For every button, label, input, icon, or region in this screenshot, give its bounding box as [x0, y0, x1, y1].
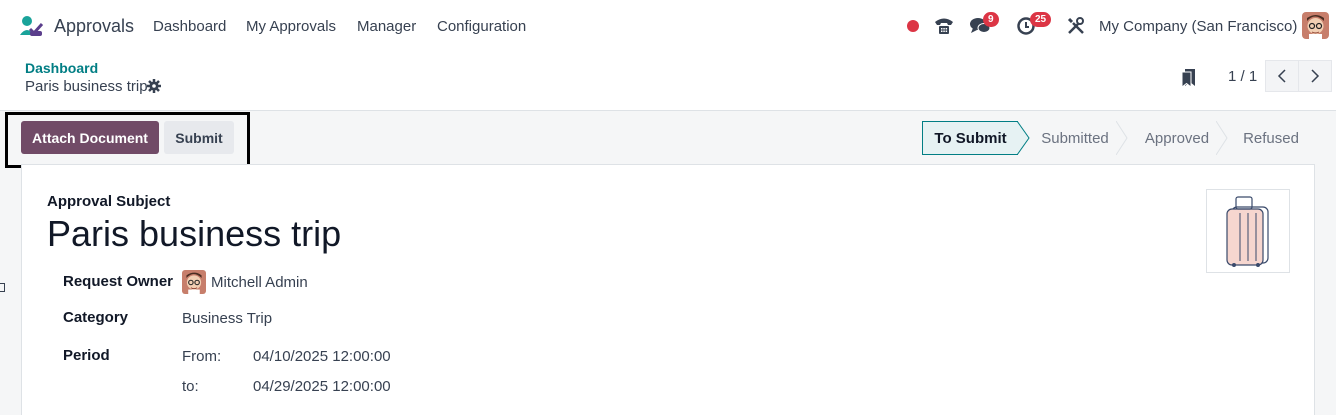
messages-count-badge: 9: [983, 12, 999, 27]
category-label: Category: [63, 309, 129, 326]
period-from-field[interactable]: 04/10/2025 12:00:00: [253, 348, 391, 365]
stage-label: Submitted: [1041, 129, 1109, 147]
top-navbar: Approvals Dashboard My Approvals Manager…: [0, 0, 1336, 52]
request-owner-label: Request Owner: [63, 273, 174, 290]
request-owner-field[interactable]: Mitchell Admin: [211, 274, 308, 291]
company-switcher[interactable]: My Company (San Francisco): [1099, 18, 1297, 35]
stage-approved[interactable]: Approved: [1122, 121, 1228, 155]
chevron-right-icon: [1311, 69, 1320, 83]
period-label: Period: [63, 347, 110, 364]
stage-refused[interactable]: Refused: [1222, 121, 1310, 155]
menu-dashboard[interactable]: Dashboard: [153, 18, 226, 35]
approvals-app-icon[interactable]: [18, 13, 44, 39]
status-stages: To Submit Submitted Approved Refused: [922, 121, 1310, 155]
period-to-label: to:: [182, 378, 199, 395]
activities-count-badge: 25: [1030, 12, 1052, 27]
phone-icon[interactable]: [932, 14, 956, 38]
gear-icon[interactable]: [147, 79, 161, 93]
menu-manager[interactable]: Manager: [357, 18, 416, 35]
category-field[interactable]: Business Trip: [182, 310, 272, 327]
recording-indicator-icon[interactable]: [901, 14, 925, 38]
category-image[interactable]: [1206, 189, 1290, 273]
breadcrumb-dashboard[interactable]: Dashboard: [25, 60, 98, 76]
pager-previous-button[interactable]: [1265, 60, 1299, 92]
app-name[interactable]: Approvals: [54, 16, 134, 37]
user-avatar[interactable]: [1302, 12, 1329, 39]
menu-configuration[interactable]: Configuration: [437, 18, 526, 35]
approval-subject-label: Approval Subject: [47, 193, 171, 210]
pager-value[interactable]: 1 / 1: [1228, 68, 1257, 85]
period-to-field[interactable]: 04/29/2025 12:00:00: [253, 378, 391, 395]
highlight-annotation-box: [5, 112, 250, 168]
period-from-label: From:: [182, 348, 222, 365]
menu-my-approvals[interactable]: My Approvals: [246, 18, 336, 35]
suitcase-icon: [1226, 196, 1269, 267]
stage-label: Refused: [1243, 129, 1299, 147]
stage-submitted[interactable]: Submitted: [1018, 121, 1128, 155]
stage-label: Approved: [1144, 129, 1210, 147]
approval-subject-field[interactable]: Paris business trip: [47, 213, 341, 255]
bookmark-icon[interactable]: [1181, 68, 1197, 88]
chevron-left-icon: [1277, 69, 1286, 83]
edge-marker: [0, 283, 5, 292]
tools-icon[interactable]: [1064, 14, 1088, 38]
stage-to-submit[interactable]: To Submit: [922, 121, 1030, 155]
owner-avatar: [182, 270, 206, 294]
pager-next-button[interactable]: [1298, 60, 1332, 92]
stage-label: To Submit: [934, 129, 1007, 147]
breadcrumb-record-title: Paris business trip: [25, 78, 148, 95]
